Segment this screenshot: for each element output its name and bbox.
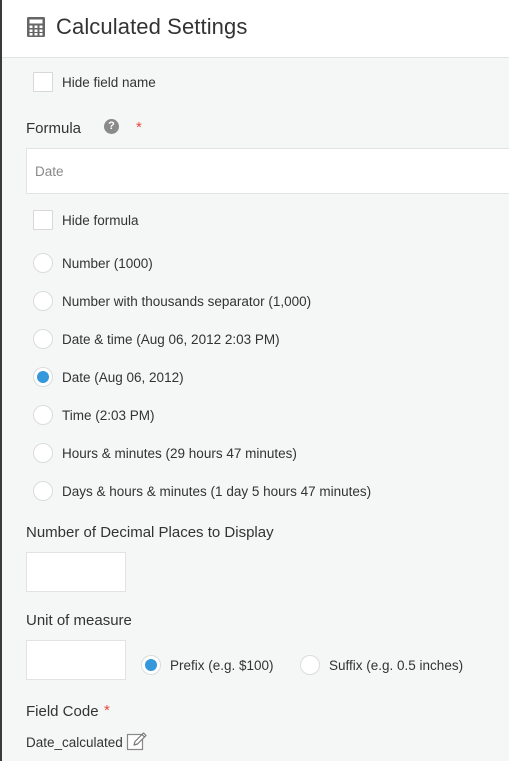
format-radio-days-hours-minutes[interactable]: [33, 481, 53, 501]
field-code-label: Field Code: [26, 703, 99, 720]
unit-suffix-label: Suffix (e.g. 0.5 inches): [329, 658, 464, 673]
window-edge: [0, 0, 2, 761]
format-radio-number-thousands[interactable]: [33, 291, 53, 311]
format-option-label: Number with thousands separator (1,000): [62, 294, 312, 309]
format-radio-hours-minutes[interactable]: [33, 443, 53, 463]
format-option-label: Number (1000): [62, 256, 153, 271]
unit-of-measure-input[interactable]: [26, 640, 126, 680]
decimal-places-input[interactable]: [26, 552, 126, 592]
dialog-title: Calculated Settings: [56, 14, 248, 39]
format-radio-date-time[interactable]: [33, 329, 53, 349]
hide-formula-checkbox[interactable]: [33, 210, 53, 230]
format-option-label: Date (Aug 06, 2012): [62, 370, 184, 385]
field-code-value: Date_calculated: [26, 735, 123, 750]
format-option-label: Days & hours & minutes (1 day 5 hours 47…: [62, 484, 372, 499]
hide-formula-label: Hide formula: [62, 213, 139, 228]
field-code-required-mark: *: [104, 702, 110, 719]
unit-suffix-radio[interactable]: [300, 655, 320, 675]
formula-required-mark: *: [136, 119, 142, 136]
format-option-label: Hours & minutes (29 hours 47 minutes): [62, 446, 297, 461]
formula-value: Date: [35, 163, 64, 179]
unit-prefix-label: Prefix (e.g. $100): [170, 658, 274, 673]
format-radio-time[interactable]: [33, 405, 53, 425]
format-option-label: Time (2:03 PM): [62, 408, 155, 423]
format-option-label: Date & time (Aug 06, 2012 2:03 PM): [62, 332, 280, 347]
calculator-icon: [27, 17, 45, 37]
edit-icon[interactable]: [126, 731, 148, 753]
format-radio-number[interactable]: [33, 253, 53, 273]
formula-input[interactable]: Date: [26, 148, 509, 194]
hide-field-name-label: Hide field name: [62, 75, 156, 90]
help-icon[interactable]: ?: [104, 119, 119, 134]
dialog-header: Calculated Settings: [2, 0, 509, 58]
unit-prefix-radio[interactable]: [141, 655, 161, 675]
formula-label: Formula: [26, 120, 82, 137]
hide-field-name-checkbox[interactable]: [33, 72, 53, 92]
decimal-places-label: Number of Decimal Places to Display: [26, 524, 274, 541]
unit-of-measure-label: Unit of measure: [26, 612, 132, 629]
format-radio-date[interactable]: [33, 367, 53, 387]
